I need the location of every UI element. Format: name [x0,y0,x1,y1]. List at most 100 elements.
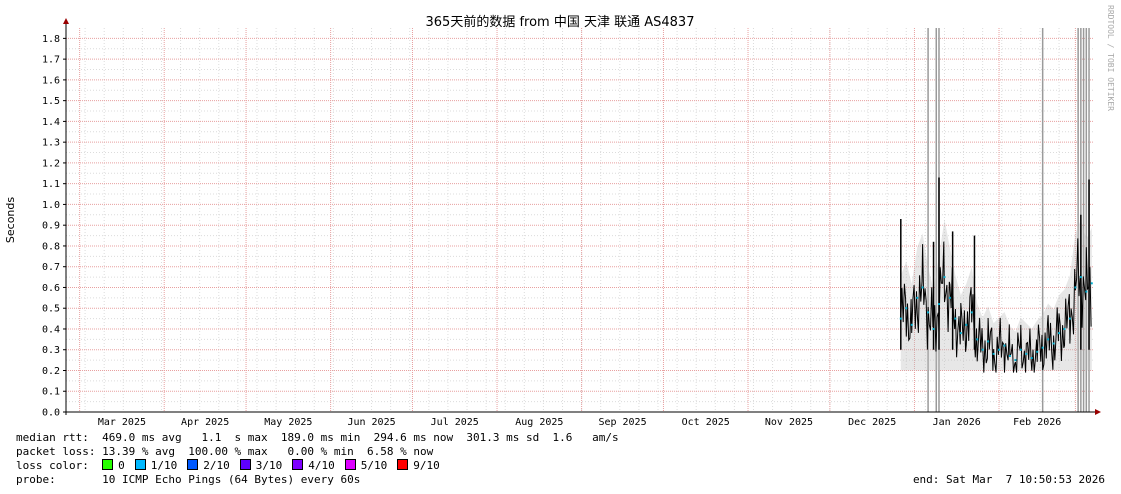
y-tick-label: 1.4 [42,117,60,128]
y-tick-labels: 0.0 0.1 0.2 0.3 0.4 0.5 0.6 0.7 0.8 0.9 1.0 1.1 1.2 1… [42,34,60,419]
median-dot [1047,338,1050,341]
median-dot [943,276,946,279]
loss-color-text: 4/10 [308,459,335,472]
x-tick-label: Jan 2026 [933,417,981,428]
loss-color-swatch [292,459,304,470]
loss-color-swatch [134,459,146,470]
median-dot [1008,354,1011,357]
x-tick-label: Sep 2025 [598,417,646,428]
median-dot [1030,357,1033,360]
chart-marks [899,28,1093,412]
median-dot [921,286,924,289]
median-dot [1052,342,1055,345]
x-tick-label: Oct 2025 [682,417,730,428]
median-dot [970,311,973,314]
median-dot [1079,276,1082,279]
y-tick-label: 1.3 [42,138,60,149]
median-dot [1003,344,1006,347]
loss-color-swatch [239,459,251,470]
median-rtt-values: 469.0 ms avg 1.1 s max 189.0 ms min 294.… [102,431,619,444]
median-dot [998,348,1001,351]
median-dot [910,323,913,326]
end-time: end: Sat Mar 7 10:50:53 2026 [912,473,1105,486]
median-dot [981,348,984,351]
packet-loss-values: 13.39 % avg 100.00 % max 0.00 % min 6.58… [102,445,434,458]
x-axis-arrow [1095,409,1101,415]
y-axis-arrow [63,18,69,24]
legend-loss-color: loss color: 0 1/10 2/10 3/10 4/10 5/10 9/10 [16,459,450,473]
loss-color-text: 0 [118,459,125,472]
y-tick-label: 0.5 [42,304,60,315]
smokeping-chart: 0.0 0.1 0.2 0.3 0.4 0.5 0.6 0.7 0.8 0.9 1.0 1.1 1.2 1… [4,5,1115,428]
loss-color-swatch [187,459,199,470]
loss-color-item: 5/10 [344,459,388,472]
x-tick-label: Jul 2025 [431,417,479,428]
y-tick-label: 0.3 [42,345,60,356]
y-tick-label: 1.6 [42,75,60,86]
median-dot [1063,327,1066,330]
median-dot [916,296,919,299]
loss-color-text: 2/10 [203,459,230,472]
median-dot [959,332,962,335]
median-dot [927,311,930,314]
median-dot [976,338,979,341]
y-tick-label: 1.5 [42,96,60,107]
y-tick-label: 0.1 [42,387,60,398]
loss-color-swatch [102,459,114,470]
y-tick-label: 0.4 [42,324,60,335]
probe-value: 10 ICMP Echo Pings (64 Bytes) every 60s [102,473,361,486]
median-dot [1019,348,1022,351]
median-dot [954,317,957,320]
median-dot [899,317,902,320]
loss-color-text: 9/10 [413,459,440,472]
loss-color-text: 3/10 [255,459,283,472]
loss-color-label: loss color: [16,459,89,472]
x-tick-label: Apr 2025 [181,417,229,428]
y-tick-label: 0.7 [42,262,60,273]
packet-loss-label: packet loss: [16,445,96,458]
y-axis-label: Seconds [4,197,17,243]
loss-color-item: 2/10 [187,459,230,472]
loss-color-text: 1/10 [150,459,178,472]
y-tick-label: 1.0 [42,200,60,211]
median-dot [987,340,990,343]
loss-color-item: 9/10 [397,459,440,472]
x-tick-label: Nov 2025 [765,417,813,428]
median-dot [1014,359,1017,362]
probe-label: probe: [16,473,56,486]
median-dot [937,303,940,306]
y-tick-label: 1.8 [42,34,60,45]
median-dot [1074,286,1077,289]
median-dot [965,323,968,326]
median-dot [1090,282,1093,285]
median-dot [1085,290,1088,293]
loss-color-swatch [344,459,356,470]
y-tick-label: 0.2 [42,366,60,377]
loss-color-swatch [397,459,409,470]
y-tick-label: 1.2 [42,158,60,169]
median-dot [1041,346,1044,349]
loss-color-item: 1/10 [134,459,178,472]
y-tick-label: 0.0 [42,408,60,419]
loss-color-item: 3/10 [239,459,283,472]
y-tick-label: 1.1 [42,179,60,190]
loss-color-items: 0 1/10 2/10 3/10 4/10 5/10 9/10 [102,459,450,472]
y-tick-label: 0.6 [42,283,60,294]
loss-color-item: 0 [102,459,125,472]
legend-median-rtt: median rtt: 469.0 ms avg 1.1 s max 189.0… [16,431,619,445]
median-dot [1068,317,1071,320]
legend-probe: probe: 10 ICMP Echo Pings (64 Bytes) eve… [16,473,360,487]
loss-color-item: 4/10 [292,459,335,472]
median-dot [1025,352,1028,355]
y-tick-label: 0.8 [42,241,60,252]
median-dot [1036,350,1039,353]
median-dot [1058,332,1061,335]
median-rtt-label: median rtt: [16,431,89,444]
rrdtool-credit: RRDTOOL / TOBI OETIKER [1106,5,1115,111]
median-dot [932,327,935,330]
median-dot [905,307,908,310]
x-tick-labels: Mar 2025 Apr 2025 May 2025 Jun 2025 Jul 2025… [98,417,1061,428]
loss-color-text: 5/10 [360,459,388,472]
smoke-band [900,219,1092,371]
median-dot [992,352,995,355]
